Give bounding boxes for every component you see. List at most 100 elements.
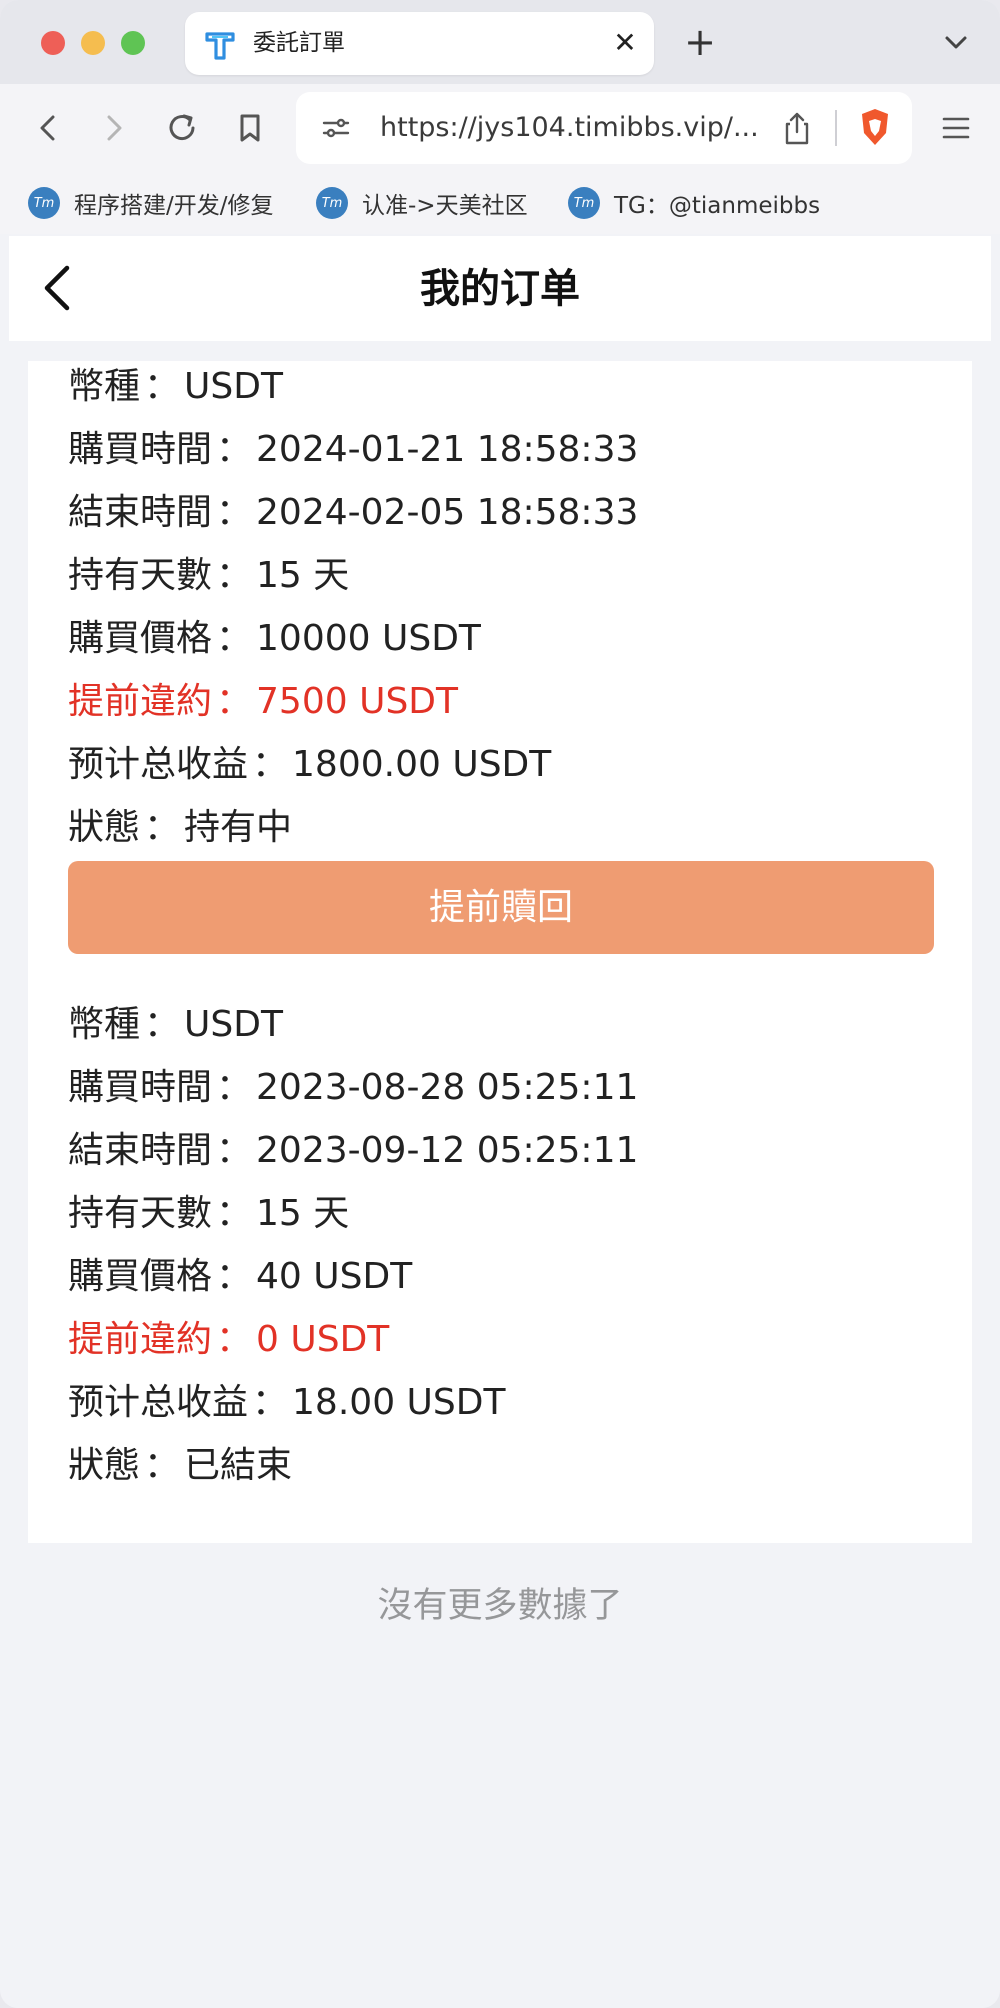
close-window-button[interactable] (41, 31, 65, 55)
field-value: 7500 USDT (256, 681, 459, 722)
field-value: 40 USDT (256, 1256, 413, 1297)
bookmark-label: 认准->天美社区 (362, 193, 528, 219)
field-label: 購買時間 (68, 1067, 213, 1108)
order-end-time-row: 結束時間： 2023-09-12 05:25:11 (68, 1126, 638, 1176)
new-tab-icon[interactable]: + (680, 22, 720, 62)
order-early-penalty-row: 提前違約： 0 USDT (68, 1315, 389, 1365)
field-value: 10000 USDT (256, 618, 481, 659)
field-label: 購買價格 (68, 1256, 213, 1297)
bookmark-favicon-icon: Tm (28, 187, 60, 219)
order-hold-days-row: 持有天數： 15 天 (68, 551, 349, 601)
field-label: 狀態 (68, 807, 141, 848)
field-value: 持有中 (184, 807, 293, 848)
order-buy-time-row: 購買時間： 2024-01-21 18:58:33 (68, 425, 638, 475)
hamburger-menu-icon[interactable] (934, 106, 978, 150)
order-end-time-row: 結束時間： 2024-02-05 18:58:33 (68, 488, 638, 538)
order-buy-price-row: 購買價格： 10000 USDT (68, 614, 481, 664)
url-divider (835, 110, 837, 146)
field-value: USDT (184, 366, 283, 407)
tab-close-icon[interactable]: ✕ (608, 26, 642, 60)
order-status-row: 狀態：持有中 (68, 803, 292, 853)
page-header: 我的订单 (9, 236, 991, 341)
bookmark-item[interactable]: Tm 认准->天美社区 (316, 184, 528, 222)
site-settings-icon[interactable] (320, 112, 352, 144)
early-redeem-button[interactable]: 提前贖回 (68, 861, 934, 954)
field-value: 2024-02-05 18:58:33 (256, 492, 639, 533)
field-label: 预计总收益 (68, 744, 249, 785)
title-bar: 委託訂單 ✕ + (0, 0, 1000, 84)
back-arrow-icon[interactable] (26, 106, 70, 150)
order-expected-income-row: 预计总收益： 18.00 USDT (68, 1378, 505, 1428)
field-colon: ： (144, 807, 181, 848)
field-colon: ： (216, 1130, 253, 1171)
field-value: 2023-09-12 05:25:11 (256, 1130, 639, 1171)
address-bar[interactable]: https://jys104.timibbs.vip/... (296, 92, 912, 164)
order-hold-days-row: 持有天數： 15 天 (68, 1189, 349, 1239)
brave-shield-icon[interactable] (858, 107, 892, 147)
field-colon: ： (216, 1067, 253, 1108)
bookmark-icon[interactable] (228, 106, 272, 150)
field-colon: ： (216, 618, 253, 659)
field-label: 結束時間 (68, 492, 213, 533)
order-status-row: 狀態：已結束 (68, 1441, 292, 1491)
page-title: 我的订单 (420, 266, 580, 312)
site-logo-icon (205, 32, 235, 60)
url-text: https://jys104.timibbs.vip/... (380, 112, 759, 143)
no-more-data-text: 沒有更多數據了 (377, 1586, 623, 1626)
field-value: 18.00 USDT (292, 1382, 506, 1423)
field-label: 結束時間 (68, 1130, 213, 1171)
tab-title: 委託訂單 (253, 30, 345, 56)
field-label: 幣種 (68, 366, 141, 407)
order-buy-time-row: 購買時間： 2023-08-28 05:25:11 (68, 1063, 638, 1113)
field-colon: ： (252, 1382, 289, 1423)
browser-toolbar: https://jys104.timibbs.vip/... (0, 84, 1000, 172)
field-label: 提前違約 (68, 681, 213, 722)
order-currency-row: 幣種： USDT (68, 362, 283, 412)
field-label: 提前違約 (68, 1319, 213, 1360)
field-label: 幣種 (68, 1004, 141, 1045)
bookmark-item[interactable]: Tm 程序搭建/开发/修复 (28, 184, 274, 222)
field-colon: ： (216, 1256, 253, 1297)
field-colon: ： (144, 1004, 181, 1045)
chevron-down-icon[interactable] (938, 24, 974, 60)
field-colon: ： (216, 429, 253, 470)
field-colon: ： (216, 492, 253, 533)
orders-card: 幣種： USDT 購買時間： 2024-01-21 18:58:33 結束時間： 20… (28, 361, 972, 1543)
field-colon: ： (144, 366, 181, 407)
forward-arrow-icon[interactable] (92, 106, 136, 150)
field-colon: ： (216, 681, 253, 722)
share-icon[interactable] (780, 110, 814, 146)
field-value: 2024-01-21 18:58:33 (256, 429, 639, 470)
reload-icon[interactable] (160, 106, 204, 150)
field-label: 持有天數 (68, 555, 213, 596)
field-label: 预计总收益 (68, 1382, 249, 1423)
browser-tab-active[interactable]: 委託訂單 ✕ (185, 12, 654, 75)
field-colon: ： (144, 1445, 181, 1486)
maximize-window-button[interactable] (121, 31, 145, 55)
page-content: 我的订单 幣種： USDT 購買時間： 2024-01-21 18:58:33 結束… (9, 236, 991, 2008)
bookmark-favicon-icon: Tm (568, 187, 600, 219)
field-value: 已結束 (184, 1445, 293, 1486)
order-early-penalty-row: 提前違約： 7500 USDT (68, 677, 458, 727)
field-label: 購買時間 (68, 429, 213, 470)
field-value: 15 天 (256, 555, 350, 596)
field-label: 購買價格 (68, 618, 213, 659)
field-label: 狀態 (68, 1445, 141, 1486)
order-currency-row: 幣種： USDT (68, 1000, 283, 1050)
bookmark-item[interactable]: Tm TG：@tianmeibbs (568, 184, 820, 222)
field-value: 0 USDT (256, 1319, 390, 1360)
field-colon: ： (252, 744, 289, 785)
field-value: 1800.00 USDT (292, 744, 552, 785)
field-colon: ： (216, 555, 253, 596)
field-colon: ： (216, 1193, 253, 1234)
field-value: 15 天 (256, 1193, 350, 1234)
minimize-window-button[interactable] (81, 31, 105, 55)
field-label: 持有天數 (68, 1193, 213, 1234)
order-expected-income-row: 预计总收益： 1800.00 USDT (68, 740, 551, 790)
bookmark-label: 程序搭建/开发/修复 (74, 193, 274, 219)
field-value: 2023-08-28 05:25:11 (256, 1067, 639, 1108)
bookmark-label: TG：@tianmeibbs (614, 193, 821, 219)
field-value: USDT (184, 1004, 283, 1045)
bookmarks-bar: Tm 程序搭建/开发/修复 Tm 认准->天美社区 Tm TG：@tianmei… (0, 172, 1000, 234)
bookmark-favicon-icon: Tm (316, 187, 348, 219)
